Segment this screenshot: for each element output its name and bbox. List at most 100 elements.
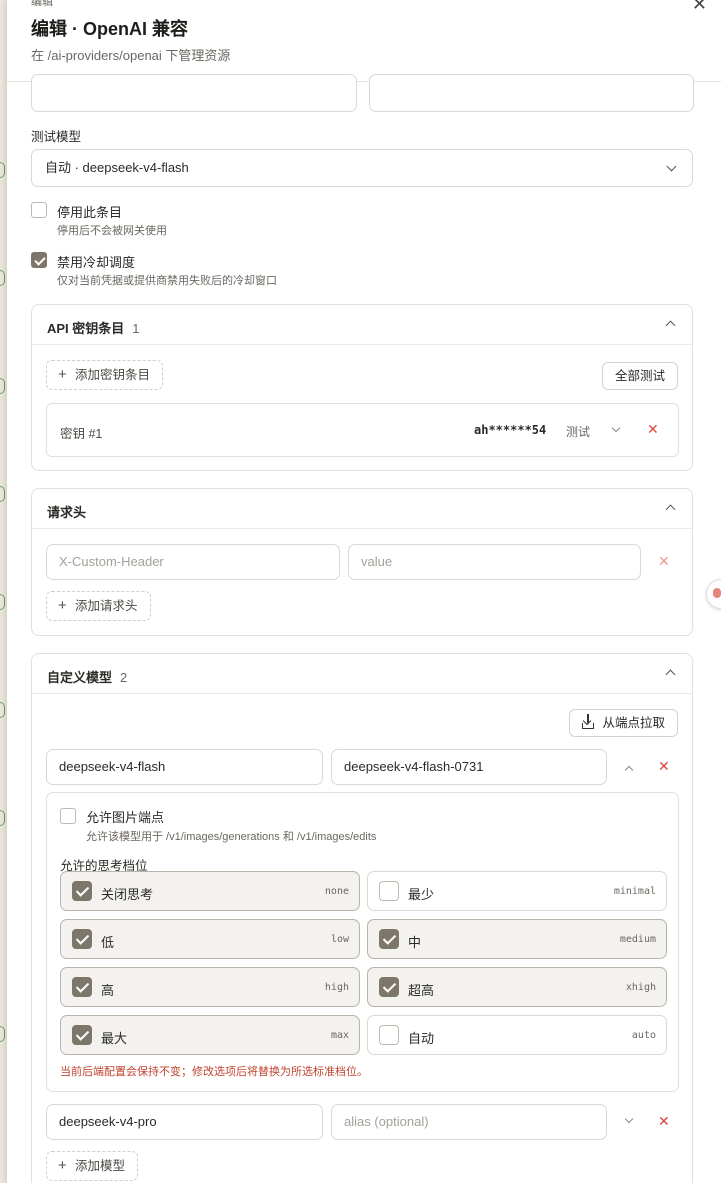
- option-label: 低: [101, 935, 115, 950]
- option-value: auto: [631, 1030, 656, 1041]
- option-label: 中: [408, 935, 422, 950]
- plus-icon: +: [58, 366, 67, 383]
- thinking-option-max[interactable]: 最大 max: [60, 1015, 360, 1055]
- option-value: low: [330, 934, 349, 945]
- checkbox: [379, 881, 399, 901]
- option-value: medium: [619, 934, 656, 945]
- disable-entry-title: 停用此条目: [57, 205, 123, 220]
- custom-models-count: 2: [120, 670, 128, 685]
- status-dot: [0, 162, 5, 178]
- image-endpoint-checkbox[interactable]: [60, 808, 76, 824]
- chevron-down-icon[interactable]: [611, 423, 621, 433]
- headers-section: 请求头 X-Custom-Header value ✕ + 添加请求头: [31, 488, 693, 636]
- api-keys-count: 1: [132, 321, 140, 336]
- close-icon[interactable]: ✕: [692, 0, 707, 15]
- add-model-button[interactable]: + 添加模型: [46, 1151, 139, 1181]
- image-endpoint-desc: 允许该模型用于 /v1/images/generations 和 /v1/ima…: [86, 831, 377, 843]
- test-model-select[interactable]: 自动 · deepseek-v4-flash: [31, 149, 693, 187]
- delete-key-icon[interactable]: ✕: [647, 421, 659, 438]
- checkbox: [379, 1025, 399, 1045]
- option-label: 高: [101, 983, 115, 998]
- model-name-input[interactable]: deepseek-v4-flash: [46, 749, 323, 785]
- plus-icon: +: [58, 1157, 67, 1174]
- status-dot: [0, 810, 5, 826]
- option-value: max: [330, 1030, 349, 1041]
- option-label: 最大: [101, 1031, 128, 1046]
- status-dot: [0, 378, 5, 394]
- thinking-option-xhigh[interactable]: 超高 xhigh: [367, 967, 667, 1007]
- status-dot: [0, 270, 5, 286]
- option-label: 关闭思考: [101, 887, 154, 902]
- drawer-header: 编辑 编辑 · OpenAI 兼容 在 /ai-providers/openai…: [7, 0, 721, 82]
- disable-cooldown-checkbox[interactable]: [31, 252, 47, 268]
- checkbox: [72, 929, 92, 949]
- add-key-button[interactable]: + 添加密钥条目: [46, 360, 164, 390]
- checkbox: [379, 977, 399, 997]
- headers-title: 请求头: [47, 505, 87, 520]
- checkbox: [72, 1025, 92, 1045]
- status-dot: [0, 594, 5, 610]
- expand-model-icon[interactable]: [624, 1114, 634, 1124]
- test-all-button[interactable]: 全部测试: [601, 362, 678, 390]
- thinking-option-none[interactable]: 关闭思考 none: [60, 871, 360, 911]
- plus-icon: +: [58, 597, 67, 614]
- thinking-option-medium[interactable]: 中 medium: [367, 919, 667, 959]
- delete-model-icon[interactable]: ✕: [658, 758, 670, 775]
- name-field[interactable]: [31, 74, 357, 112]
- api-keys-section: API 密钥条目 1 + 添加密钥条目 全部测试 密钥 #1 ah******54…: [31, 304, 693, 471]
- header-name-input[interactable]: X-Custom-Header: [46, 544, 340, 580]
- chevron-up-icon[interactable]: [665, 669, 676, 680]
- model-alias-input[interactable]: alias (optional): [331, 1104, 607, 1140]
- option-label: 自动: [408, 1031, 435, 1046]
- status-dot: [0, 702, 5, 718]
- status-dot: [0, 486, 5, 502]
- prefix-field[interactable]: [369, 74, 694, 112]
- disable-cooldown-title: 禁用冷却调度: [57, 255, 136, 270]
- thinking-option-minimal[interactable]: 最少 minimal: [367, 871, 667, 911]
- thinking-option-low[interactable]: 低 low: [60, 919, 360, 959]
- key-name: 密钥 #1: [60, 427, 103, 441]
- fetch-label: 从端点拉取: [602, 716, 665, 730]
- custom-models-header[interactable]: 自定义模型 2: [32, 654, 692, 694]
- checkbox: [72, 977, 92, 997]
- option-label: 最少: [408, 887, 435, 902]
- option-value: xhigh: [625, 982, 656, 993]
- edit-drawer: 编辑 编辑 · OpenAI 兼容 在 /ai-providers/openai…: [7, 0, 721, 1183]
- custom-models-section: 自定义模型 2 从端点拉取 deepseek-v4-flash deepseek-…: [31, 653, 693, 1183]
- add-header-label: 添加请求头: [75, 599, 138, 613]
- api-keys-title-wrap: API 密钥条目 1: [47, 318, 140, 337]
- status-dot: [0, 1026, 5, 1042]
- option-value: minimal: [613, 886, 656, 897]
- chevron-down-icon: [666, 161, 677, 172]
- custom-models-title: 自定义模型: [47, 670, 113, 685]
- thinking-option-high[interactable]: 高 high: [60, 967, 360, 1007]
- download-icon: [570, 710, 600, 736]
- disable-entry-checkbox[interactable]: [31, 202, 47, 218]
- test-model-label: 测试模型: [31, 130, 82, 144]
- model-options-card: 允许图片端点 允许该模型用于 /v1/images/generations 和 …: [46, 792, 679, 1092]
- add-header-button[interactable]: + 添加请求头: [46, 591, 151, 621]
- header-value-input[interactable]: value: [348, 544, 641, 580]
- chevron-up-icon[interactable]: [665, 320, 676, 331]
- headers-header[interactable]: 请求头: [32, 489, 692, 529]
- delete-header-icon[interactable]: ✕: [658, 553, 670, 570]
- collapse-model-icon[interactable]: [624, 765, 634, 775]
- fetch-from-endpoint-button[interactable]: 从端点拉取: [569, 709, 678, 737]
- add-model-label: 添加模型: [75, 1159, 126, 1173]
- checkbox: [72, 881, 92, 901]
- key-test-button[interactable]: 测试: [566, 423, 590, 440]
- thinking-warning: 当前后端配置会保持不变；修改选项后将替换为所选标准档位。: [60, 1066, 368, 1078]
- disable-entry-desc: 停用后不会被网关使用: [57, 225, 167, 237]
- api-keys-header[interactable]: API 密钥条目 1: [32, 305, 692, 345]
- delete-model-icon[interactable]: ✕: [658, 1113, 670, 1130]
- test-model-value: 自动 · deepseek-v4-flash: [45, 160, 189, 175]
- chevron-up-icon[interactable]: [665, 504, 676, 515]
- option-label: 超高: [408, 983, 435, 998]
- thinking-option-auto[interactable]: 自动 auto: [367, 1015, 667, 1055]
- key-masked: ah******54: [474, 423, 547, 437]
- model-name-input[interactable]: deepseek-v4-pro: [46, 1104, 323, 1140]
- custom-models-title-wrap: 自定义模型 2: [47, 667, 127, 686]
- page-subtitle: 在 /ai-providers/openai 下管理资源: [31, 48, 231, 63]
- page-title: 编辑 · OpenAI 兼容: [31, 19, 188, 39]
- model-alias-input[interactable]: deepseek-v4-flash-0731: [331, 749, 607, 785]
